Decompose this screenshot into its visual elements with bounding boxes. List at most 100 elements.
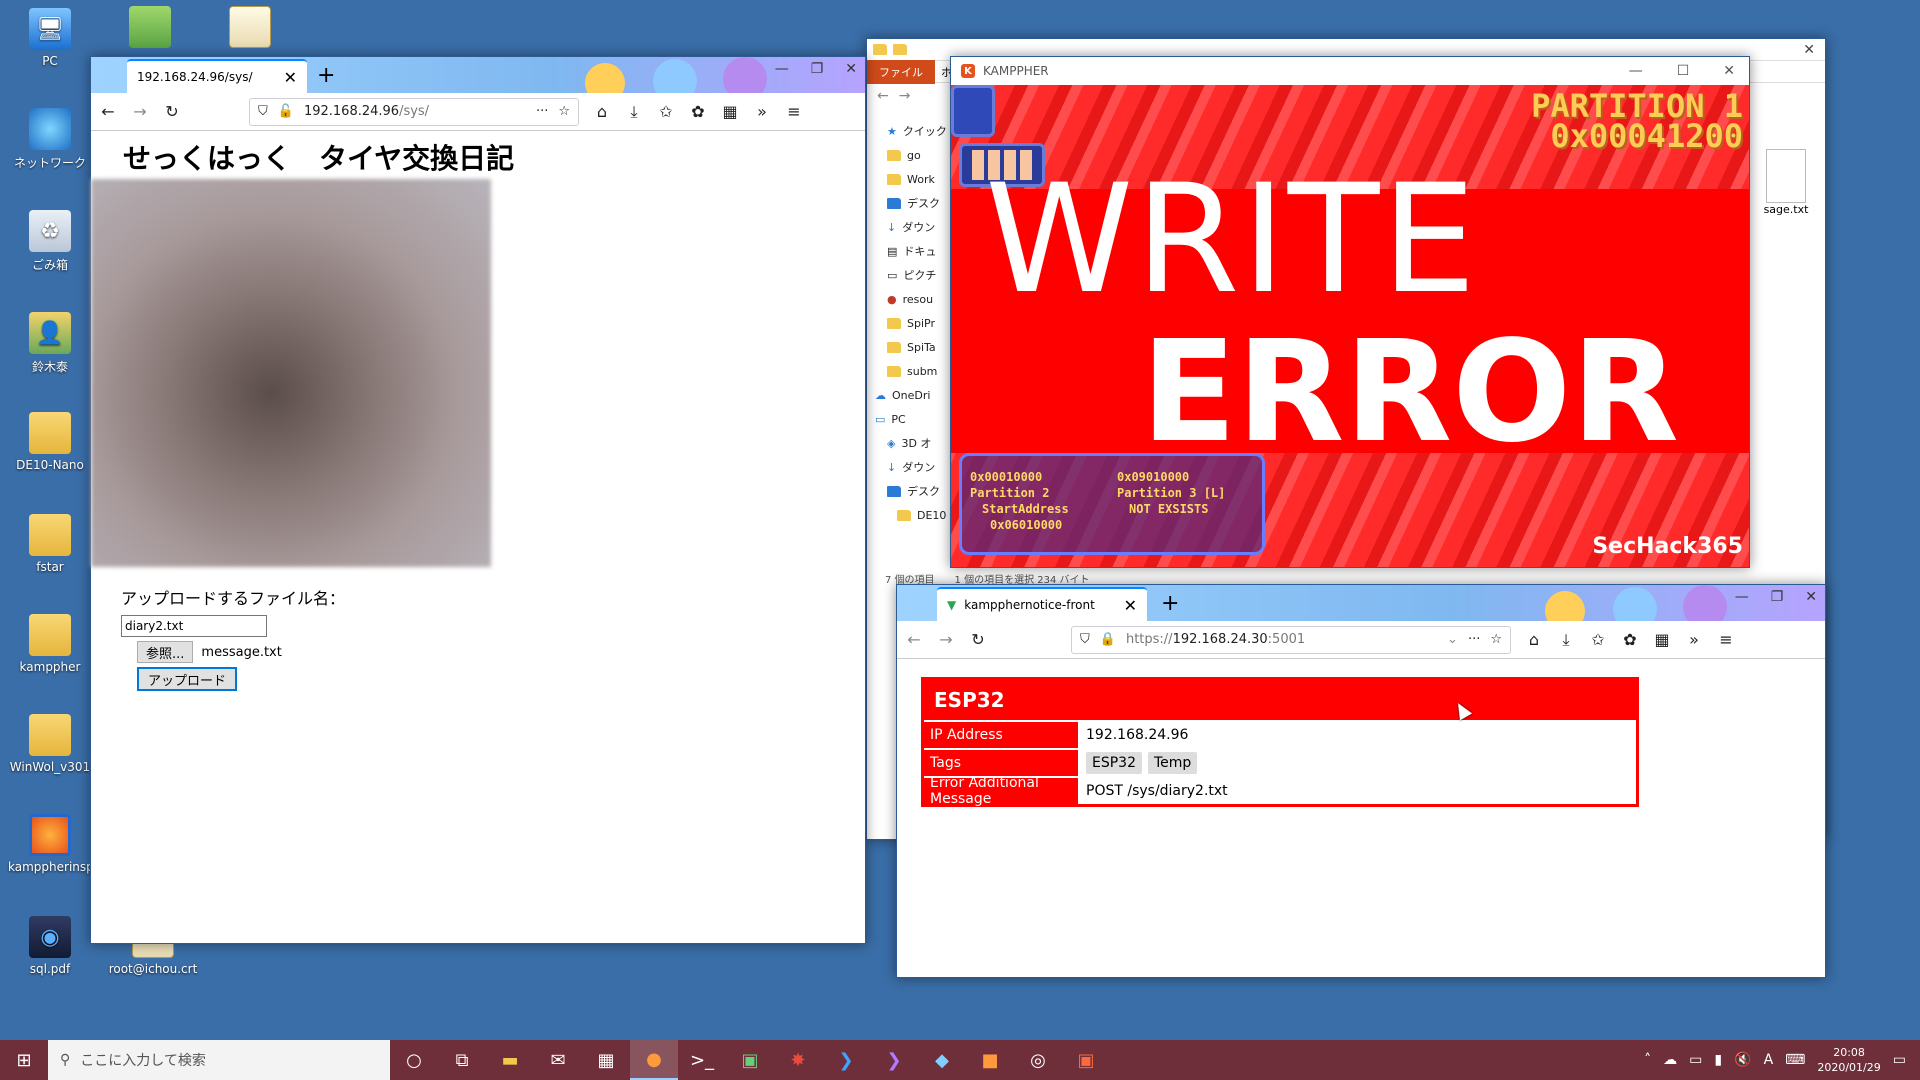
browser-tab[interactable]: 192.168.24.96/sys/ ✕ <box>127 59 307 93</box>
editor-icon[interactable]: ▣ <box>726 1040 774 1080</box>
desktop-icon-winwol[interactable]: WinWol_v301 <box>8 714 92 774</box>
new-tab-icon[interactable]: + <box>1161 591 1179 616</box>
extension-icon[interactable]: ✿ <box>689 102 707 121</box>
bookmark-star-icon[interactable]: ☆ <box>558 104 570 119</box>
browser-tab[interactable]: ▼ kampphernotice-front ✕ <box>937 587 1147 621</box>
extension-icon[interactable]: ✿ <box>1621 630 1639 649</box>
forward-arrow-icon[interactable]: → <box>937 630 955 649</box>
maximize-icon[interactable]: ❐ <box>811 61 824 77</box>
qr-icon[interactable]: ▦ <box>1653 630 1671 649</box>
nav-item[interactable]: ★ クイック <box>867 119 947 143</box>
qr-icon[interactable]: ▦ <box>721 102 739 121</box>
overflow-chevron-icon[interactable]: » <box>753 102 771 121</box>
nav-item[interactable]: Work <box>867 167 947 191</box>
volume-mute-icon[interactable]: 🔇 <box>1734 1052 1751 1068</box>
nav-item[interactable]: デスク <box>867 479 947 503</box>
cloud-icon[interactable]: ☁ <box>1663 1052 1677 1068</box>
tag-chip[interactable]: ESP32 <box>1086 752 1142 774</box>
library-icon[interactable]: ✩ <box>1589 630 1607 649</box>
chevron-up-icon[interactable]: ˄ <box>1644 1052 1651 1068</box>
reload-icon[interactable]: ↻ <box>969 630 987 649</box>
upload-button[interactable]: アップロード <box>137 667 237 691</box>
nav-item[interactable]: デスク <box>867 191 947 215</box>
filename-input[interactable]: diary2.txt <box>121 615 267 637</box>
home-icon[interactable]: ⌂ <box>1525 630 1543 649</box>
task-view-icon[interactable]: ⧉ <box>438 1040 486 1080</box>
firefox-icon[interactable]: ● <box>630 1040 678 1080</box>
desktop-icon-de10nano[interactable]: DE10-Nano <box>8 412 92 472</box>
close-icon[interactable]: ✕ <box>845 61 857 77</box>
desktop-icon-pc[interactable]: 🖥 PC <box>8 8 92 68</box>
ime-mode[interactable]: A <box>1764 1052 1774 1068</box>
keyboard-icon[interactable]: ⌨ <box>1785 1052 1805 1068</box>
cortana-icon[interactable]: ○ <box>390 1040 438 1080</box>
nav-item[interactable]: ↓ ダウン <box>867 455 947 479</box>
library-icon[interactable]: ✩ <box>657 102 675 121</box>
nav-item[interactable]: ☁ OneDri <box>867 383 947 407</box>
back-arrow-icon[interactable]: ← <box>905 630 923 649</box>
intel-app-icon[interactable]: ■ <box>966 1040 1014 1080</box>
mail-icon[interactable]: ✉ <box>534 1040 582 1080</box>
menu-icon[interactable]: ≡ <box>785 102 803 121</box>
desktop-icon-image[interactable] <box>108 6 192 52</box>
nav-item[interactable]: SpiPr <box>867 311 947 335</box>
vscode-icon[interactable]: ❯ <box>822 1040 870 1080</box>
minimize-icon[interactable]: — <box>1629 63 1643 79</box>
bookmark-star-icon[interactable]: ☆ <box>1490 632 1502 647</box>
close-tab-icon[interactable]: ✕ <box>284 68 297 87</box>
close-icon[interactable]: ✕ <box>1805 589 1817 605</box>
download-icon[interactable]: ⤓ <box>625 102 643 122</box>
minimize-icon[interactable]: — <box>775 61 789 77</box>
close-icon[interactable]: ✕ <box>1803 42 1815 58</box>
maximize-icon[interactable]: ❐ <box>1771 589 1784 605</box>
desktop-icon-cert[interactable] <box>208 6 292 52</box>
url-bar[interactable]: ⛉ 🔓 192.168.24.96/sys/ ··· ☆ <box>249 97 579 126</box>
back-arrow-icon[interactable]: ← <box>877 88 889 104</box>
obs-icon[interactable]: ◎ <box>1014 1040 1062 1080</box>
close-icon[interactable]: ✕ <box>1723 63 1735 79</box>
menu-icon[interactable]: ≡ <box>1717 630 1735 649</box>
desktop-icon-kamppherinspector[interactable]: kamppherinspe... <box>8 814 113 874</box>
notification-icon[interactable]: ▭ <box>1893 1052 1906 1068</box>
url-bar[interactable]: ⛉ 🔒 https://192.168.24.30:5001 ⌄ ··· ☆ <box>1071 625 1511 654</box>
nav-item[interactable]: ◈ 3D オ <box>867 431 947 455</box>
clock[interactable]: 20:08 2020/01/29 <box>1817 1045 1880 1075</box>
tag-chip[interactable]: Temp <box>1148 752 1198 774</box>
home-icon[interactable]: ⌂ <box>593 102 611 121</box>
taskbar-search[interactable]: ⚲ ここに入力して検索 <box>48 1040 390 1080</box>
minimize-icon[interactable]: — <box>1735 589 1749 605</box>
start-button[interactable]: ⊞ <box>0 1040 48 1080</box>
desktop-icon-sql-pdf[interactable]: ◉ sql.pdf <box>8 916 92 976</box>
desktop-icon-kamppher[interactable]: kamppher <box>8 614 92 674</box>
nav-item[interactable]: ↓ ダウン <box>867 215 947 239</box>
file-explorer-icon[interactable]: ▬ <box>486 1040 534 1080</box>
desktop-icon-fstar[interactable]: fstar <box>8 514 92 574</box>
game-icon[interactable]: ✸ <box>774 1040 822 1080</box>
battery-icon[interactable]: ▮ <box>1714 1052 1722 1068</box>
overflow-chevron-icon[interactable]: » <box>1685 630 1703 649</box>
forward-arrow-icon[interactable]: → <box>899 88 911 104</box>
new-tab-icon[interactable]: + <box>317 63 335 88</box>
forward-arrow-icon[interactable]: → <box>131 102 149 121</box>
dropdown-chevron-icon[interactable]: ⌄ <box>1447 632 1458 647</box>
file-item[interactable]: sage.txt <box>1755 149 1817 216</box>
terminal-icon[interactable]: >_ <box>678 1040 726 1080</box>
nav-item[interactable]: go <box>867 143 947 167</box>
nav-item[interactable]: ▭ PC <box>867 407 947 431</box>
back-arrow-icon[interactable]: ← <box>99 102 117 121</box>
calendar-icon[interactable]: ▦ <box>582 1040 630 1080</box>
desktop-icon-user[interactable]: 👤 鈴木泰 <box>8 312 92 375</box>
visual-studio-icon[interactable]: ❯ <box>870 1040 918 1080</box>
download-icon[interactable]: ⤓ <box>1557 630 1575 650</box>
nav-item[interactable]: ▭ ピクチ <box>867 263 947 287</box>
kamppher-taskbar-icon[interactable]: ▣ <box>1062 1040 1110 1080</box>
close-tab-icon[interactable]: ✕ <box>1124 596 1137 615</box>
nav-item[interactable]: SpiTa <box>867 335 947 359</box>
reload-icon[interactable]: ↻ <box>163 102 181 121</box>
app-icon[interactable]: ◆ <box>918 1040 966 1080</box>
network-icon[interactable]: ▭ <box>1689 1052 1702 1068</box>
browse-button[interactable]: 参照... <box>137 641 194 663</box>
nav-item[interactable]: ▤ ドキュ <box>867 239 947 263</box>
maximize-icon[interactable]: ☐ <box>1677 63 1690 79</box>
ribbon-tab-file[interactable]: ファイル <box>867 59 935 84</box>
